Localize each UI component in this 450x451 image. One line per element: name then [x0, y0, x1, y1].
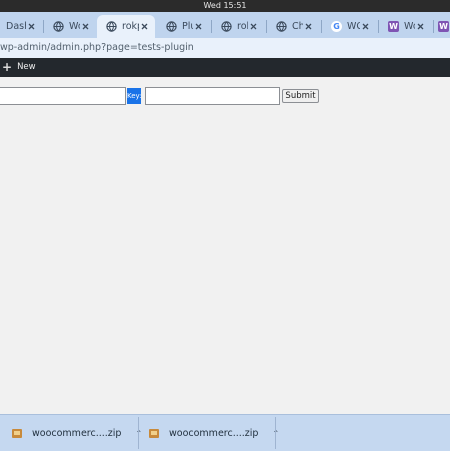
- url-text[interactable]: wp-admin/admin.php?page=tests-plugin: [0, 38, 194, 58]
- tab-strip: Dash Woo rokp Plug: [0, 12, 450, 38]
- globe-icon: [276, 21, 287, 32]
- address-bar[interactable]: wp-admin/admin.php?page=tests-plugin: [0, 38, 450, 58]
- tab-woo[interactable]: Woo: [44, 15, 96, 38]
- tab-dashboard[interactable]: Dash: [0, 15, 42, 38]
- submit-button[interactable]: Submit: [282, 89, 319, 103]
- clock[interactable]: Wed 15:51: [203, 1, 246, 10]
- download-item[interactable]: woocommerc....zip ⌃: [12, 415, 142, 451]
- tab-woo-3[interactable]: W: [434, 15, 450, 38]
- tab-rokp-2[interactable]: rokp: [212, 15, 264, 38]
- first-text-input[interactable]: [0, 87, 126, 105]
- close-icon[interactable]: [193, 22, 203, 32]
- tab-label: Dash: [6, 21, 26, 32]
- globe-icon: [53, 21, 64, 32]
- key-input[interactable]: [145, 87, 280, 105]
- tab-rokp-active[interactable]: rokp: [97, 15, 155, 38]
- new-label: New: [17, 62, 36, 72]
- tab-label: rokp: [237, 21, 248, 32]
- close-icon[interactable]: [139, 22, 149, 32]
- google-icon: G: [331, 21, 342, 32]
- download-divider: [275, 417, 276, 449]
- tab-label: WC_: [347, 21, 360, 32]
- archive-icon: [12, 428, 22, 438]
- close-icon[interactable]: [360, 22, 370, 32]
- close-icon[interactable]: [26, 22, 36, 32]
- globe-icon: [166, 21, 177, 32]
- woo-icon: W: [438, 21, 449, 32]
- tab-label: Plug: [182, 21, 193, 32]
- tab-checkout[interactable]: Chec: [267, 15, 319, 38]
- tab-label: rokp: [122, 21, 139, 32]
- download-filename: woocommerc....zip: [32, 427, 122, 439]
- admin-bar-new-button[interactable]: + New: [2, 58, 36, 77]
- download-shelf: woocommerc....zip ⌃ woocommerc....zip ⌃: [0, 414, 450, 451]
- tab-wc[interactable]: G WC_: [322, 15, 376, 38]
- archive-icon: [149, 428, 159, 438]
- close-icon[interactable]: [415, 22, 425, 32]
- globe-icon: [221, 21, 232, 32]
- tab-label: Chec: [292, 21, 303, 32]
- download-filename: woocommerc....zip: [169, 427, 259, 439]
- download-divider: [138, 417, 139, 449]
- close-icon[interactable]: [248, 22, 258, 32]
- tab-woo-2[interactable]: W Woo: [379, 15, 431, 38]
- key-label: Key:: [127, 88, 142, 104]
- close-icon[interactable]: [80, 22, 90, 32]
- wp-admin-bar: + New: [0, 58, 450, 77]
- close-icon[interactable]: [303, 22, 313, 32]
- globe-icon: [106, 21, 117, 32]
- plus-icon: +: [2, 60, 13, 74]
- woo-icon: W: [388, 21, 399, 32]
- system-top-bar: Wed 15:51: [0, 0, 450, 12]
- tab-label: Woo: [69, 21, 80, 32]
- tab-plugins[interactable]: Plug: [157, 15, 209, 38]
- tab-label: Woo: [404, 21, 415, 32]
- download-item[interactable]: woocommerc....zip ⌃: [149, 415, 279, 451]
